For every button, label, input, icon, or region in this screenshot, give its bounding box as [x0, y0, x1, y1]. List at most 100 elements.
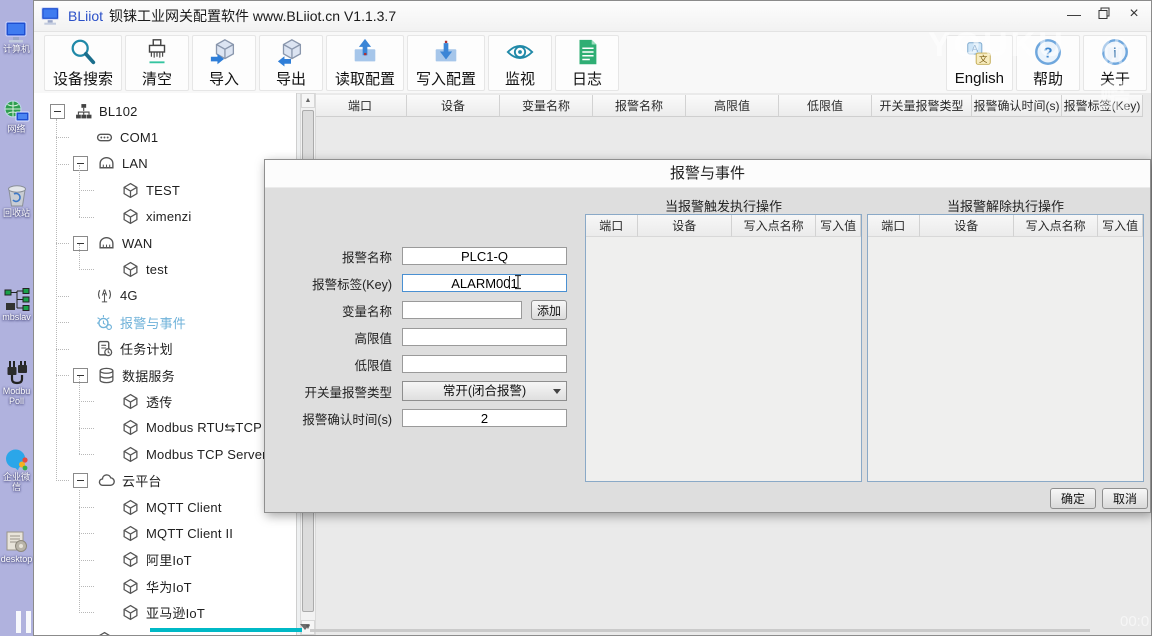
collapse-icon[interactable] [50, 104, 65, 119]
tree-item-WAN[interactable]: WAN [34, 230, 296, 256]
tree-item-COM1[interactable]: COM1 [34, 124, 296, 150]
dialog-title: 报警与事件 [265, 160, 1150, 188]
op-column-header-3[interactable]: 写入值 [1098, 215, 1143, 237]
app-window: BLiiot钡铼工业网关配置软件 www.BLiiot.cn V1.1.3.7 … [33, 0, 1152, 636]
op-column-header-3[interactable]: 写入值 [816, 215, 861, 237]
column-header-5[interactable]: 低限值 [779, 95, 872, 117]
toolbar-button-search[interactable]: 设备搜索 [44, 35, 122, 91]
tree-item-BL102[interactable]: BL102 [34, 98, 296, 124]
op-column-header-2[interactable]: 写入点名称 [1014, 215, 1098, 237]
desktop-icon-desktop-file[interactable]: desktop [0, 530, 33, 564]
tree-item-阿里IoT[interactable]: 阿里IoT [34, 547, 296, 573]
toolbar-button-help[interactable]: ?帮助 [1016, 35, 1080, 91]
op-column-header-1[interactable]: 设备 [638, 215, 732, 237]
input-alarm-key[interactable] [402, 274, 567, 292]
collapse-icon[interactable] [73, 156, 88, 171]
desktop-icon-recycle-bin[interactable]: 回收站 [0, 182, 33, 218]
close-button[interactable]: × [1123, 5, 1145, 23]
toolbar-button-label: 帮助 [1033, 68, 1063, 89]
desktop-icon-network[interactable]: 网络 [0, 100, 33, 134]
tree-item-MQTT Client II[interactable]: MQTT Client II [34, 520, 296, 546]
tree-item-label: LAN [122, 156, 148, 171]
tree-item-华为IoT[interactable]: 华为IoT [34, 573, 296, 599]
device-icon [122, 446, 139, 463]
tree-item-云平台[interactable]: 云平台 [34, 467, 296, 493]
column-header-4[interactable]: 高限值 [686, 95, 779, 117]
tree-item-ximenzi[interactable]: ximenzi [34, 204, 296, 230]
op-column-header-0[interactable]: 端口 [586, 215, 638, 237]
toolbar-button-clear[interactable]: 清空 [125, 35, 189, 91]
tree-connector-line [79, 244, 80, 270]
collapse-icon[interactable] [73, 473, 88, 488]
desktop-icon-computer[interactable]: 计算机 [0, 20, 33, 54]
tree-item-任务计划[interactable]: 任务计划 [34, 336, 296, 362]
tree-item-亚马逊IoT[interactable]: 亚马逊IoT [34, 599, 296, 625]
column-header-7[interactable]: 报警确认时间(s) [972, 95, 1062, 117]
trigger-actions-title: 当报警触发执行操作 [585, 196, 862, 213]
op-column-header-2[interactable]: 写入点名称 [732, 215, 816, 237]
tree-item-LAN[interactable]: LAN [34, 151, 296, 177]
release-actions-table[interactable]: 端口设备写入点名称写入值 [867, 214, 1144, 482]
tree-item-数据服务[interactable]: 数据服务 [34, 362, 296, 388]
tree-item-报警与事件[interactable]: 报警与事件 [34, 309, 296, 335]
desktop-icon-mbslave[interactable]: mbslav [0, 288, 33, 322]
column-header-0[interactable]: 端口 [314, 95, 407, 117]
tree-item-TEST[interactable]: TEST [34, 177, 296, 203]
input-low-limit[interactable] [402, 355, 567, 373]
cancel-button[interactable]: 取消 [1102, 488, 1148, 509]
ethernet-icon [98, 235, 115, 252]
scroll-down-icon[interactable]: ▼ [301, 620, 315, 635]
tree-item-MQTT Client[interactable]: MQTT Client [34, 494, 296, 520]
input-alarm-name[interactable] [402, 247, 567, 265]
desktop-icon-modbus-poll[interactable]: Modbu Poll [0, 360, 33, 406]
restore-button[interactable] [1093, 5, 1115, 23]
toolbar-button-label: 写入配置 [416, 68, 476, 89]
tree-item-partial[interactable] [34, 626, 296, 635]
svg-text:文: 文 [979, 54, 988, 64]
tree-item-Modbus TCP Server[interactable]: Modbus TCP Server [34, 441, 296, 467]
op-column-header-0[interactable]: 端口 [868, 215, 920, 237]
title-bar[interactable]: BLiiot钡铼工业网关配置软件 www.BLiiot.cn V1.1.3.7 … [34, 1, 1151, 32]
toolbar-button-label: 关于 [1100, 68, 1130, 89]
select-switch-alarm-type[interactable]: 常开(闭合报警) [402, 381, 567, 401]
column-header-2[interactable]: 变量名称 [500, 95, 593, 117]
svg-text:A: A [972, 44, 979, 54]
input-alarm-confirm-time[interactable] [402, 409, 567, 427]
toolbar-button-log[interactable]: 日志 [555, 35, 619, 91]
field-row-switch-alarm-type: 开关量报警类型常开(闭合报警) [265, 382, 575, 400]
monitor-icon [505, 37, 535, 67]
tree-item-透传[interactable]: 透传 [34, 388, 296, 414]
tree-connector-line [79, 165, 80, 217]
toolbar-button-export[interactable]: 导出 [259, 35, 323, 91]
desktop-icon-label: 网络 [0, 124, 33, 134]
ok-button[interactable]: 确定 [1050, 488, 1096, 509]
add-button[interactable]: 添加 [531, 300, 567, 320]
toolbar-button-translate[interactable]: A文English [946, 35, 1013, 91]
toolbar-button-monitor[interactable]: 监视 [488, 35, 552, 91]
tree-item-test[interactable]: test [34, 256, 296, 282]
toolbar-button-read-config[interactable]: 读取配置 [326, 35, 404, 91]
tree-item-Modbus RTU⇆TCP[interactable]: Modbus RTU⇆TCP [34, 415, 296, 441]
collapse-icon[interactable] [73, 236, 88, 251]
input-variable-name[interactable] [402, 301, 522, 319]
input-high-limit[interactable] [402, 328, 567, 346]
column-header-1[interactable]: 设备 [407, 95, 500, 117]
window-title-text: 钡铼工业网关配置软件 www.BLiiot.cn V1.1.3.7 [109, 8, 396, 24]
tree-item-label: BL102 [99, 104, 138, 119]
op-column-header-1[interactable]: 设备 [920, 215, 1014, 237]
column-header-3[interactable]: 报警名称 [593, 95, 686, 117]
toolbar-button-import[interactable]: 导入 [192, 35, 256, 91]
minimize-button[interactable]: — [1063, 5, 1085, 23]
toolbar-button-write-config[interactable]: 写入配置 [407, 35, 485, 91]
trigger-actions-table[interactable]: 端口设备写入点名称写入值 [585, 214, 862, 482]
scroll-up-icon[interactable]: ▲ [301, 93, 315, 108]
alarm-event-dialog: 报警与事件 报警名称报警标签(Key)变量名称添加高限值低限值开关量报警类型常开… [264, 159, 1151, 513]
desktop-icon-wechat-work[interactable]: 企业微信 [0, 448, 33, 492]
desktop-icon-label: Modbu Poll [0, 386, 33, 406]
device-icon [122, 604, 139, 621]
collapse-icon[interactable] [73, 368, 88, 383]
tree-item-4G[interactable]: A4G [34, 283, 296, 309]
toolbar-button-about[interactable]: i关于 [1083, 35, 1147, 91]
column-header-8[interactable]: 报警标签(Key) [1062, 95, 1143, 117]
column-header-6[interactable]: 开关量报警类型 [872, 95, 972, 117]
